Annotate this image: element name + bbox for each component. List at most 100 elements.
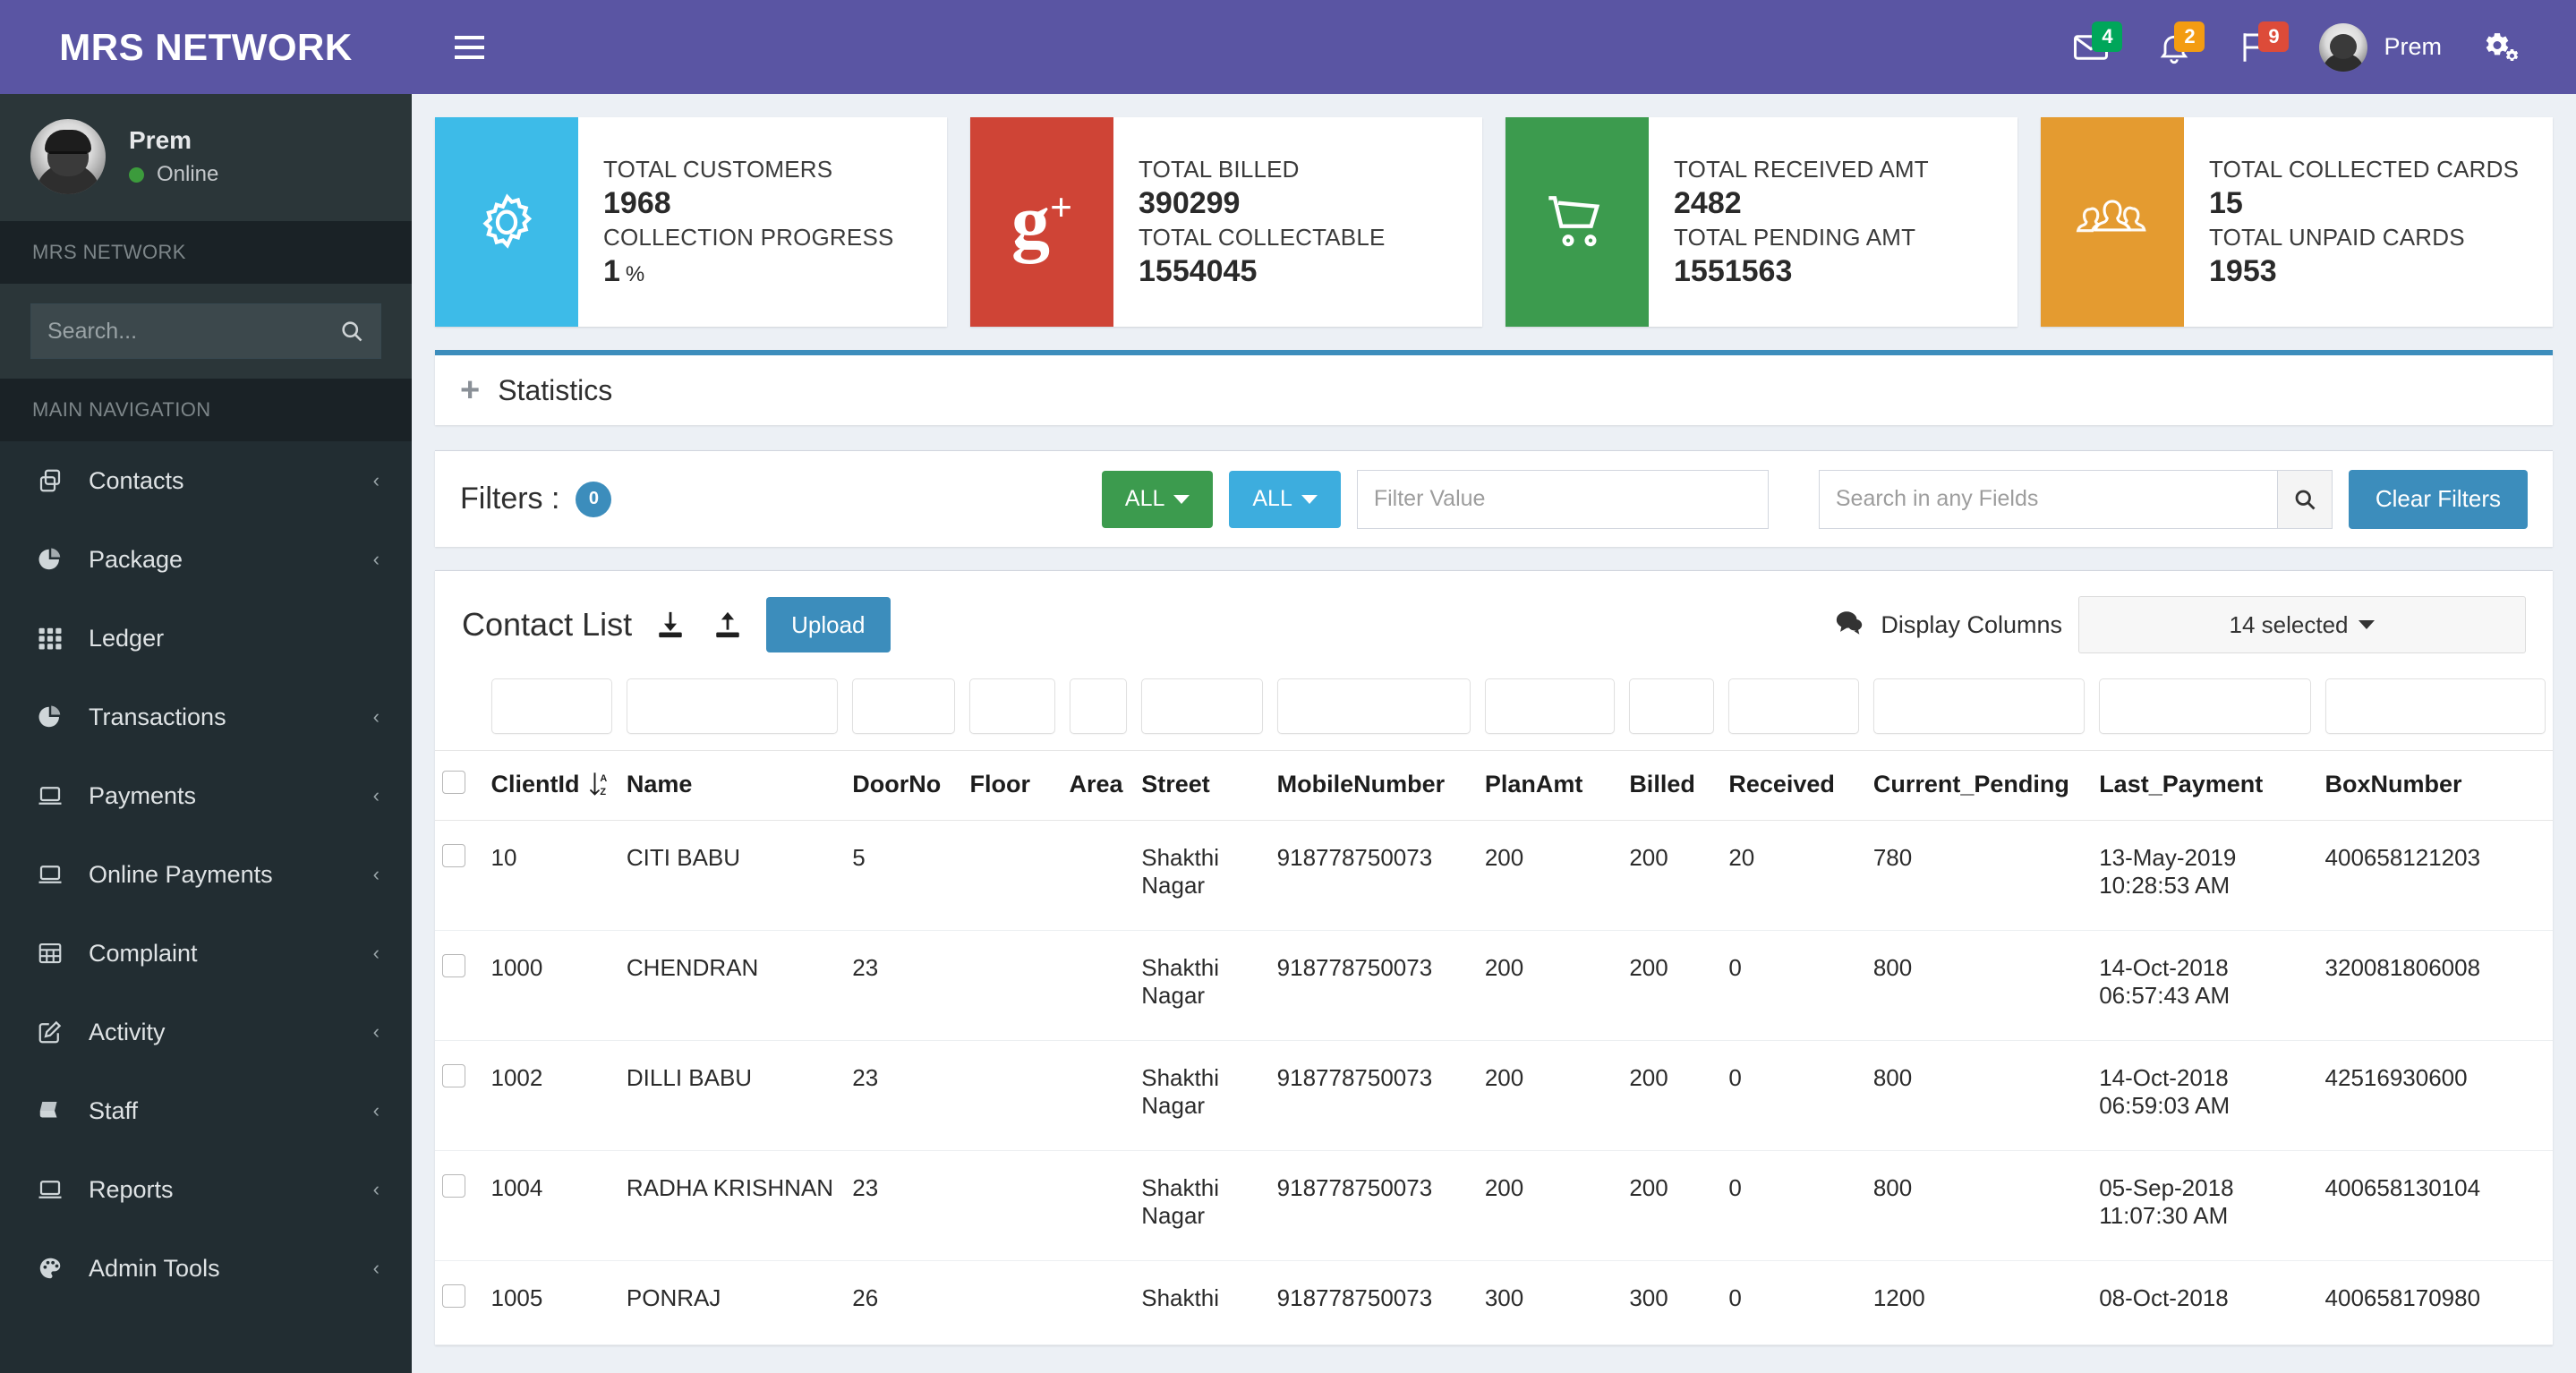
col-header-billed[interactable]: Billed [1622,750,1722,821]
menu-toggle-icon[interactable] [442,27,497,68]
sidebar-item-activity[interactable]: Activity ‹ [0,993,412,1071]
contact-table-scroll[interactable]: ClientId A Z Name DoorNo Floor Area Stre… [435,669,2553,1345]
stat-card-total-billed[interactable]: g+ TOTAL BILLED 390299 TOTAL COLLECTABLE… [970,117,1482,327]
settings-button[interactable] [2461,0,2544,94]
sidebar-item-label: Payments [89,781,197,809]
column-filter-current-pending[interactable] [1872,678,2086,734]
stat-card-label-2: COLLECTION PROGRESS [603,223,894,251]
brand-logo[interactable]: MRS NETWORK [0,0,412,94]
col-header-street[interactable]: Street [1134,750,1270,821]
table-row[interactable]: 10 CITI BABU 5 Shakthi Nagar 91877875007… [435,820,2553,931]
upload-icon[interactable] [709,606,746,644]
stat-card-total-received[interactable]: TOTAL RECEIVED AMT 2482 TOTAL PENDING AM… [1506,117,2017,327]
stat-card-collected-cards[interactable]: TOTAL COLLECTED CARDS 15 TOTAL UNPAID CA… [2041,117,2553,327]
cell-area [1062,820,1135,931]
chevron-left-icon: ‹ [372,1099,380,1121]
cell-name: CITI BABU [618,820,846,931]
column-filter-name[interactable] [626,678,839,734]
table-row[interactable]: 1004 RADHA KRISHNAN 23 Shakthi Nagar 918… [435,1150,2553,1261]
cell-area [1062,1040,1135,1151]
messages-button[interactable]: 4 [2049,0,2133,94]
svg-text:Z: Z [600,786,606,797]
flags-button[interactable]: 9 [2215,0,2299,94]
row-checkbox[interactable] [442,1284,465,1308]
topbar-user-menu[interactable]: Prem [2299,0,2461,94]
search-icon[interactable] [2276,469,2333,529]
column-filter-billed[interactable] [1629,678,1715,734]
clear-filters-button[interactable]: Clear Filters [2348,469,2528,529]
stat-card-label-1: TOTAL BILLED [1139,155,1300,183]
column-filter-doorno[interactable] [852,678,956,734]
sidebar-item-staff[interactable]: Staff ‹ [0,1071,412,1150]
sidebar-user-panel[interactable]: Prem Online [0,94,412,221]
search-icon[interactable] [339,319,364,344]
column-filter-planamt[interactable] [1484,678,1616,734]
pie-chart-icon [37,546,74,573]
row-checkbox[interactable] [442,1174,465,1198]
select-all-checkbox[interactable] [442,771,465,794]
table-row[interactable]: 1000 CHENDRAN 23 Shakthi Nagar 918778750… [435,930,2553,1041]
sidebar-item-complaint[interactable]: Complaint ‹ [0,914,412,993]
sidebar-item-package[interactable]: Package ‹ [0,520,412,599]
sidebar-item-reports[interactable]: Reports ‹ [0,1150,412,1229]
column-filter-area[interactable] [1069,678,1128,734]
filter-field-dropdown[interactable]: ALL [1101,470,1214,528]
col-header-current-pending[interactable]: Current_Pending [1865,750,2093,821]
column-filter-street[interactable] [1141,678,1263,734]
col-header-mobilenumber[interactable]: MobileNumber [1269,750,1478,821]
chevron-left-icon: ‹ [372,469,380,491]
grid-icon [37,625,74,652]
col-header-planamt[interactable]: PlanAmt [1477,750,1623,821]
topbar-icons: 4 2 9 Prem [2049,0,2544,94]
filter-value-input[interactable] [1356,469,1769,529]
col-header-clientid[interactable]: ClientId A Z [483,750,619,821]
sidebar-item-label: Complaint [89,939,198,967]
column-filter-clientid[interactable] [490,678,612,734]
table-row[interactable]: 1002 DILLI BABU 23 Shakthi Nagar 9187787… [435,1040,2553,1151]
sidebar-item-contacts[interactable]: Contacts ‹ [0,441,412,520]
column-filter-mobilenumber[interactable] [1276,678,1471,734]
filter-operator-dropdown[interactable]: ALL [1229,470,1341,528]
sidebar-item-ledger[interactable]: Ledger [0,599,412,678]
col-header-doorno[interactable]: DoorNo [845,750,963,821]
sidebar-item-label: Ledger [89,624,165,652]
col-header-received[interactable]: Received [1721,750,1866,821]
cell-boxnumber: 400658130104 [2317,1150,2553,1261]
sidebar-search-box[interactable] [30,303,381,359]
sidebar-item-transactions[interactable]: Transactions ‹ [0,678,412,756]
sidebar-item-admin-tools[interactable]: Admin Tools ‹ [0,1229,412,1308]
column-filter-last-payment[interactable] [2099,678,2311,734]
sidebar-item-online-payments[interactable]: Online Payments ‹ [0,835,412,914]
search-input[interactable] [47,318,339,345]
avatar [30,119,106,194]
sidebar-item-payments[interactable]: Payments ‹ [0,756,412,835]
stat-card-total-customers[interactable]: TOTAL CUSTOMERS 1968 COLLECTION PROGRESS… [435,117,947,327]
sort-asc-icon[interactable]: A Z [589,772,609,798]
statistics-panel[interactable]: + Statistics [435,350,2553,425]
table-icon [37,940,74,967]
col-header-boxnumber[interactable]: BoxNumber [2317,750,2553,821]
col-header-last-payment[interactable]: Last_Payment [2092,750,2318,821]
notifications-button[interactable]: 2 [2133,0,2215,94]
col-header-name[interactable]: Name [618,750,846,821]
display-columns-select[interactable]: 14 selected [2078,596,2526,653]
column-filter-boxnumber[interactable] [2324,678,2546,734]
row-checkbox[interactable] [442,954,465,977]
stat-card-label-2: TOTAL PENDING AMT [1674,223,1916,251]
plus-icon[interactable]: + [460,373,480,407]
col-header-floor[interactable]: Floor [962,750,1062,821]
sidebar-nav: Contacts ‹ Package ‹ Ledger Transactions… [0,441,412,1308]
cell-last-payment: 05-Sep-2018 11:07:30 AM [2092,1150,2318,1261]
row-checkbox[interactable] [442,1064,465,1087]
cell-billed: 200 [1622,930,1722,1041]
column-filter-floor[interactable] [969,678,1055,734]
upload-button[interactable]: Upload [766,597,891,652]
global-search-input[interactable] [1818,469,2277,529]
col-header-area[interactable]: Area [1062,750,1135,821]
column-filter-received[interactable] [1728,678,1859,734]
book-icon [37,1097,74,1124]
table-row[interactable]: 1005 PONRAJ 26 Shakthi 918778750073 300 … [435,1260,2553,1345]
download-icon[interactable] [652,606,689,644]
row-checkbox[interactable] [442,844,465,867]
cell-last-payment: 14-Oct-2018 06:57:43 AM [2092,930,2318,1041]
